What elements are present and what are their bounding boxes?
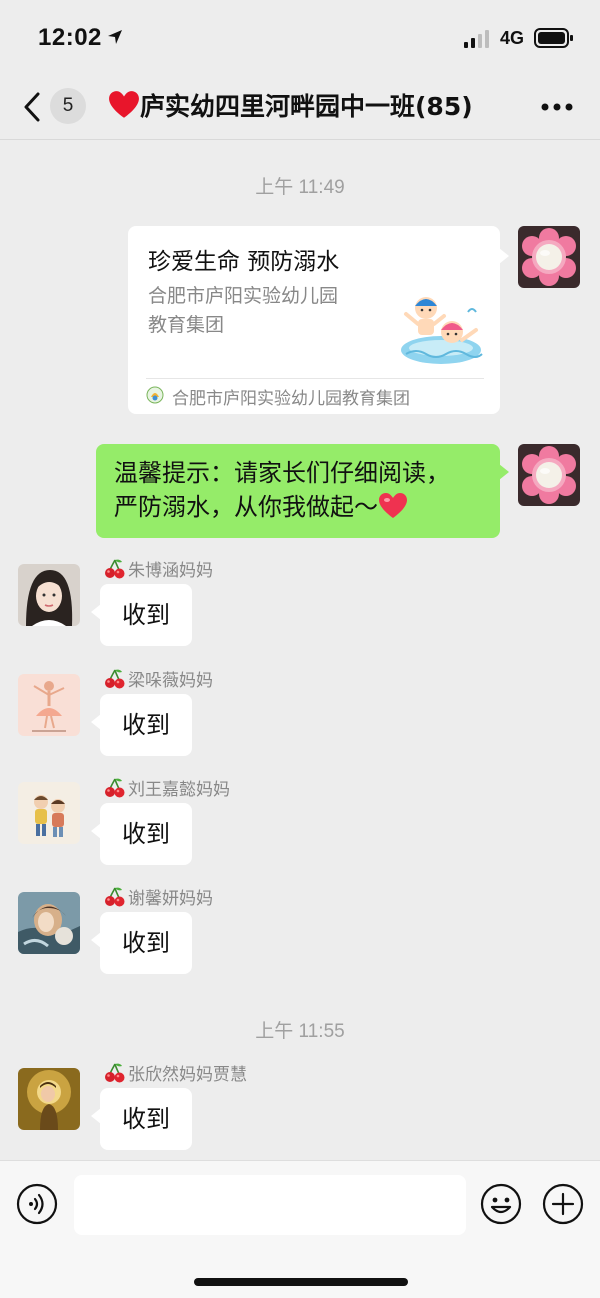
sender-name-text: 朱博涵妈妈 bbox=[128, 561, 213, 581]
message-line: 温馨提示：请家长们仔细阅读， bbox=[114, 459, 450, 487]
sender-name: 张欣然妈妈贾慧 bbox=[104, 1062, 247, 1086]
plus-icon[interactable] bbox=[542, 1183, 584, 1225]
text-message-received[interactable]: 收到 bbox=[100, 694, 192, 756]
message-line-text: 严防溺水，从你我做起～ bbox=[114, 493, 378, 521]
text-message-received[interactable]: 收到 bbox=[100, 803, 192, 865]
chat-header: 5 庐实幼四里河畔园中一班(85) bbox=[0, 78, 600, 140]
golden-photo-avatar-icon bbox=[18, 1068, 80, 1130]
location-arrow-icon bbox=[108, 30, 122, 44]
status-bar: 12:02 4G bbox=[0, 0, 600, 78]
cherry-icon bbox=[104, 668, 126, 690]
cherry-icon bbox=[104, 558, 126, 580]
bubble-tail bbox=[499, 248, 509, 264]
pink-flower-avatar-icon bbox=[518, 444, 580, 506]
two-kids-illustration-avatar-icon bbox=[18, 782, 80, 844]
sender-name-text: 刘王嘉懿妈妈 bbox=[128, 780, 230, 800]
avatar[interactable] bbox=[18, 782, 80, 844]
message-input[interactable] bbox=[74, 1175, 466, 1235]
more-options-icon[interactable] bbox=[540, 102, 574, 112]
cherry-icon bbox=[104, 777, 126, 799]
bubble-tail bbox=[499, 464, 509, 480]
back-arrow-icon[interactable] bbox=[20, 90, 46, 124]
card-divider bbox=[146, 378, 484, 379]
text-message-received[interactable]: 收到 bbox=[100, 1088, 192, 1150]
avatar[interactable] bbox=[18, 674, 80, 736]
sender-name: 梁哚薇妈妈 bbox=[104, 668, 213, 692]
avatar[interactable] bbox=[18, 564, 80, 626]
sender-name: 谢馨妍妈妈 bbox=[104, 886, 213, 910]
message-line: 严防溺水，从你我做起～ bbox=[114, 490, 482, 524]
woman-photo-avatar-icon bbox=[18, 564, 80, 626]
avatar[interactable] bbox=[18, 892, 80, 954]
text-message-sent[interactable]: 温馨提示：请家长们仔细阅读， 严防溺水，从你我做起～ bbox=[96, 444, 500, 538]
chat-title-text: 庐实幼四里河畔园中一班(85) bbox=[140, 92, 473, 121]
sender-name: 刘王嘉懿妈妈 bbox=[104, 777, 230, 801]
avatar[interactable] bbox=[18, 1068, 80, 1130]
sender-name-text: 梁哚薇妈妈 bbox=[128, 671, 213, 691]
card-description: 合肥市庐阳实验幼儿园 教育集团 bbox=[148, 282, 388, 340]
card-description-line: 合肥市庐阳实验幼儿园 bbox=[148, 285, 339, 307]
card-title: 珍爱生命 预防溺水 bbox=[148, 249, 340, 275]
avatar[interactable] bbox=[518, 444, 580, 506]
signal-strength-icon bbox=[464, 30, 489, 48]
sender-name: 朱博涵妈妈 bbox=[104, 558, 213, 582]
message-list[interactable]: 上午 11:49 珍爱生命 预防溺水 合肥市庐阳实验幼儿园 教育集团 合肥市庐阳… bbox=[0, 140, 600, 1160]
cherry-icon bbox=[104, 886, 126, 908]
card-description-line: 教育集团 bbox=[148, 314, 225, 336]
sender-name-text: 张欣然妈妈贾慧 bbox=[128, 1065, 247, 1085]
anime-illustration-avatar-icon bbox=[18, 892, 80, 954]
home-indicator[interactable] bbox=[194, 1278, 408, 1286]
voice-input-icon[interactable] bbox=[16, 1183, 58, 1225]
dancer-illustration-avatar-icon bbox=[18, 674, 80, 736]
avatar[interactable] bbox=[518, 226, 580, 288]
emoji-icon[interactable] bbox=[480, 1183, 522, 1225]
unread-count-badge[interactable]: 5 bbox=[50, 88, 86, 124]
red-heart-icon bbox=[109, 91, 139, 118]
link-card-message[interactable]: 珍爱生命 预防溺水 合肥市庐阳实验幼儿园 教育集团 合肥市庐阳实验幼儿园教育集团 bbox=[128, 226, 500, 414]
text-message-received[interactable]: 收到 bbox=[100, 912, 192, 974]
cherry-icon bbox=[104, 1062, 126, 1084]
red-heart-emoji-icon bbox=[379, 493, 407, 518]
sender-name-text: 谢馨妍妈妈 bbox=[128, 889, 213, 909]
status-time: 12:02 bbox=[38, 24, 102, 51]
network-type: 4G bbox=[500, 28, 525, 48]
source-logo-icon bbox=[146, 386, 164, 404]
swimming-kids-thumbnail bbox=[401, 297, 483, 364]
timestamp: 上午 11:55 bbox=[255, 1021, 345, 1042]
battery-icon bbox=[534, 28, 573, 48]
card-source-name: 合肥市庐阳实验幼儿园教育集团 bbox=[172, 389, 410, 409]
pink-flower-avatar-icon bbox=[518, 226, 580, 288]
chat-title: 庐实幼四里河畔园中一班(85) bbox=[108, 90, 518, 124]
text-message-received[interactable]: 收到 bbox=[100, 584, 192, 646]
timestamp: 上午 11:49 bbox=[255, 177, 345, 198]
